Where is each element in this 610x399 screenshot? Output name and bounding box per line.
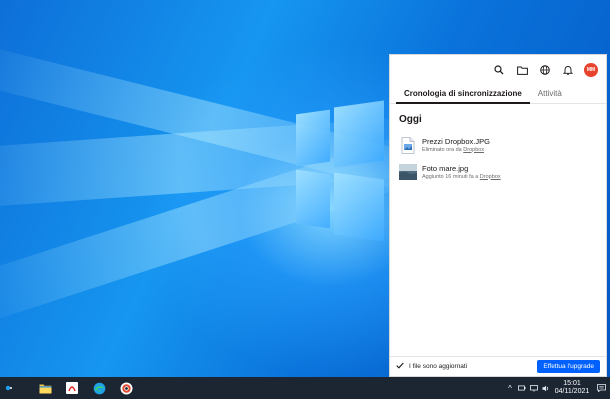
file-explorer-icon[interactable]	[34, 377, 56, 399]
chevron-up-icon[interactable]: ^	[504, 377, 516, 399]
file-name: Foto mare.jpg	[422, 163, 469, 173]
windows-logo-pane	[296, 109, 330, 167]
clock-date: 04/11/2021	[554, 388, 590, 395]
windows-logo-pane	[296, 169, 330, 229]
windows-start-icon[interactable]	[0, 377, 22, 399]
volume-icon[interactable]	[540, 377, 552, 399]
upgrade-button[interactable]: Effettua l'upgrade	[537, 360, 600, 373]
dropbox-link[interactable]: Dropbox	[480, 174, 501, 180]
edge-icon[interactable]	[88, 377, 110, 399]
document-icon	[399, 136, 417, 154]
list-item[interactable]: Foto mare.jpg Aggiunto 16 minuti fa a Dr…	[390, 160, 606, 184]
acrobat-icon[interactable]	[61, 377, 83, 399]
sync-status-text: I file sono aggiornati	[409, 363, 468, 370]
network-icon[interactable]	[528, 377, 540, 399]
file-name: Prezzi Dropbox.JPG	[422, 136, 490, 146]
tab-activity[interactable]: Attività	[530, 89, 570, 103]
system-tray: ^ 15:01 04/11/2021	[504, 377, 610, 399]
dropbox-panel: MM Cronologia di sincronizzazione Attivi…	[389, 54, 607, 377]
avatar[interactable]: MM	[584, 63, 598, 77]
list-item[interactable]: Prezzi Dropbox.JPG Eliminato ora da Drop…	[390, 133, 606, 157]
file-meta: Aggiunto 16 minuti fa a Dropbox	[422, 173, 501, 181]
taskbar-clock[interactable]: 15:01 04/11/2021	[552, 380, 592, 396]
bell-icon[interactable]	[561, 63, 575, 77]
dropbox-link[interactable]: Dropbox	[463, 147, 484, 153]
tab-bar: Cronologia di sincronizzazione Attività	[390, 85, 606, 104]
taskbar: ^ 15:01 04/11/2021	[0, 377, 610, 399]
windows-logo-pane	[334, 100, 384, 168]
sync-status: I file sono aggiornati	[396, 362, 467, 371]
windows-logo-pane	[334, 172, 384, 242]
image-thumbnail	[399, 163, 417, 181]
check-icon	[396, 362, 404, 371]
file-meta-text: Eliminato ora da	[422, 146, 464, 153]
globe-icon[interactable]	[538, 63, 552, 77]
search-icon[interactable]	[492, 63, 506, 77]
notifications-icon[interactable]	[592, 377, 610, 399]
folder-icon[interactable]	[515, 63, 529, 77]
clock-time: 15:01	[563, 380, 581, 387]
panel-footer: I file sono aggiornati Effettua l'upgrad…	[390, 356, 606, 376]
section-title-today: Oggi	[399, 114, 422, 125]
file-meta: Eliminato ora da Dropbox	[422, 146, 490, 154]
battery-icon[interactable]	[516, 377, 528, 399]
panel-toolbar: MM	[390, 55, 606, 85]
tab-sync-history[interactable]: Cronologia di sincronizzazione	[396, 89, 530, 104]
file-meta-text: Aggiunto 16 minuti fa a	[422, 173, 480, 180]
chrome-icon[interactable]	[115, 377, 137, 399]
taskbar-spacer	[22, 377, 34, 399]
